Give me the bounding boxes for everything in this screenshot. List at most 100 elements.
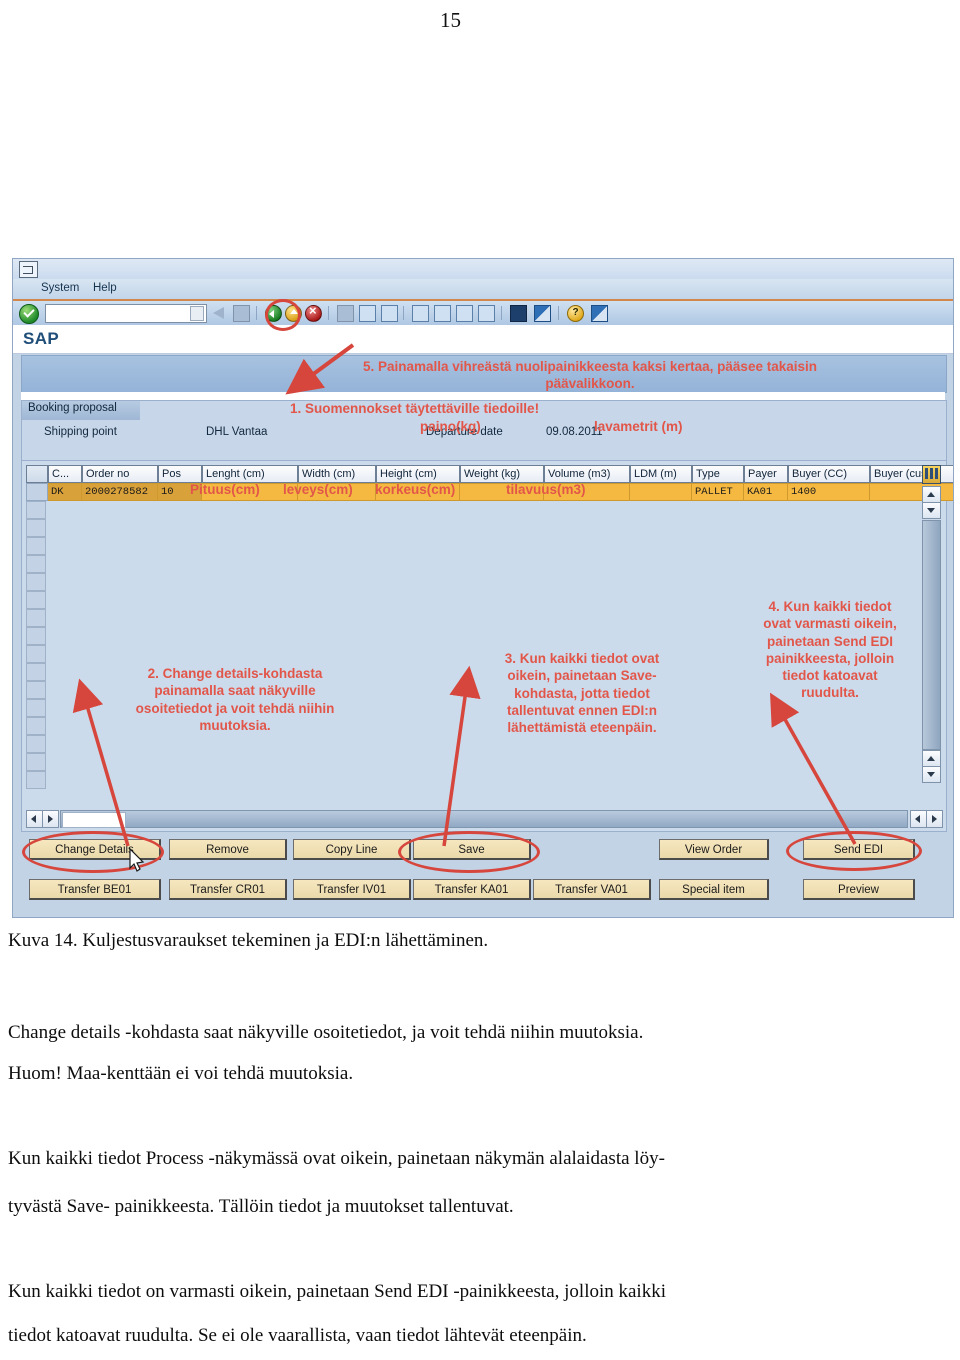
cell-ldm[interactable] (630, 483, 692, 501)
next-page-icon[interactable] (456, 305, 473, 322)
row-selector-empty[interactable] (26, 609, 46, 627)
back-arrow-icon[interactable] (213, 307, 224, 319)
annotation-note-3: 3. Kun kaikki tiedot ovat oikein, painet… (504, 651, 660, 736)
body-paragraph-4: tyvästä Save- painikkeesta. Tällöin tied… (8, 1196, 514, 1217)
annotation-ldm-fi: lavametrit (m) (594, 419, 683, 434)
row-selector-empty[interactable] (26, 753, 46, 771)
grid-header-type[interactable]: Type (692, 465, 744, 483)
grid-header-payer[interactable]: Payer (744, 465, 788, 483)
grid-vertical-scrollbar-thumb[interactable] (922, 520, 941, 750)
find-next-icon[interactable] (381, 305, 398, 322)
row-selector-empty[interactable] (26, 663, 46, 681)
row-selector-cell[interactable] (26, 483, 48, 501)
row-selector-empty[interactable] (26, 555, 46, 573)
cell-type[interactable]: PALLET (692, 483, 744, 501)
menu-bar: System Help (13, 279, 953, 301)
row-selector-empty[interactable] (26, 735, 46, 753)
create-session-icon[interactable] (510, 305, 527, 322)
cell-payer[interactable]: KA01 (744, 483, 788, 501)
transfer-va01-button[interactable]: Transfer VA01 (533, 879, 651, 900)
row-selector-empty[interactable] (26, 717, 46, 735)
shortcut-icon[interactable] (534, 305, 551, 322)
row-selector-empty[interactable] (26, 771, 46, 789)
row-selector-empty[interactable] (26, 645, 46, 663)
body-paragraph-2: Huom! Maa-kenttään ei voi tehdä muutoksi… (8, 1063, 354, 1084)
row-selector-empty[interactable] (26, 591, 46, 609)
grid-header-buyer-cust[interactable]: Buyer (cust) (870, 465, 953, 483)
body-paragraph-5: Kun kaikki tiedot on varmasti oikein, pa… (8, 1281, 666, 1302)
copy-line-button[interactable]: Copy Line (293, 839, 411, 860)
row-selector-empty[interactable] (26, 501, 46, 519)
sap-screenshot: System Help ? SAP Booking propo (12, 258, 954, 918)
grid-scroll-down-button[interactable] (922, 502, 941, 519)
grid-header-selector[interactable] (26, 465, 48, 483)
row-selector-empty[interactable] (26, 699, 46, 717)
body-paragraph-3: Kun kaikki tiedot Process -näkymässä ova… (8, 1148, 665, 1169)
annotation-length-fi: Pituus(cm) (190, 482, 260, 497)
grid-header-ldm[interactable]: LDM (m) (630, 465, 692, 483)
highlight-ellipse-change-details (22, 831, 164, 873)
highlight-ellipse-send-edi (786, 831, 922, 871)
grid-header-country[interactable]: C... (48, 465, 82, 483)
grid-scroll-page-down-button[interactable] (922, 766, 941, 783)
previous-page-icon[interactable] (434, 305, 451, 322)
hscroll-track[interactable] (60, 810, 908, 828)
hscroll-right-button[interactable] (42, 810, 59, 828)
view-order-button[interactable]: View Order (659, 839, 769, 860)
menu-item-system[interactable]: System (41, 282, 79, 294)
application-titlebar: SAP (13, 325, 953, 354)
window-titlebar (13, 259, 953, 281)
annotation-note-2: 2. Change details-kohdasta painamalla sa… (135, 666, 335, 733)
cell-country[interactable]: DK (48, 483, 82, 501)
grid-header-order-no[interactable]: Order no (82, 465, 158, 483)
transfer-iv01-button[interactable]: Transfer IV01 (293, 879, 411, 900)
annotation-note-1: 1. Suomennokset täytettäville tiedoille! (290, 401, 540, 416)
red-cancel-icon[interactable] (305, 303, 322, 322)
system-menu-icon[interactable] (19, 261, 38, 278)
cell-buyer-cc[interactable]: 1400 (788, 483, 870, 501)
hscroll-left-button[interactable] (26, 810, 43, 828)
row-selector-empty[interactable] (26, 681, 46, 699)
grid-header-buyer-cc[interactable]: Buyer (CC) (788, 465, 870, 483)
shipping-point-value[interactable]: DHL Vantaa (206, 426, 267, 438)
help-icon[interactable]: ? (567, 305, 584, 322)
remove-button[interactable]: Remove (169, 839, 287, 860)
row-selector-empty[interactable] (26, 537, 46, 555)
cell-order-no[interactable]: 2000278582 (82, 483, 158, 501)
annotation-width-fi: leveys(cm) (283, 482, 353, 497)
body-paragraph-6: tiedot katoavat ruudulta. Se ei ole vaar… (8, 1325, 587, 1346)
annotation-note-5: 5. Painamalla vihreästä nuolipainikkeest… (362, 359, 817, 392)
preview-button[interactable]: Preview (803, 879, 915, 900)
command-field-dropdown-icon[interactable] (190, 306, 204, 321)
save-disk-icon[interactable] (233, 305, 250, 322)
print-icon[interactable] (337, 305, 354, 322)
special-item-button[interactable]: Special item (659, 879, 769, 900)
find-icon[interactable] (359, 305, 376, 322)
hscroll-thumb[interactable] (62, 812, 126, 828)
group-tab-label: Booking proposal (22, 401, 140, 420)
row-selector-empty[interactable] (26, 573, 46, 591)
toolbar: ? (13, 301, 953, 326)
enter-check-icon[interactable] (19, 304, 39, 324)
customize-layout-icon[interactable] (591, 305, 608, 322)
menu-item-help[interactable]: Help (93, 282, 117, 294)
row-selector-empty[interactable] (26, 627, 46, 645)
grid-layout-button[interactable] (922, 465, 941, 484)
hscroll-right-button-2[interactable] (926, 810, 943, 828)
command-field[interactable] (45, 304, 207, 323)
row-selector-empty[interactable] (26, 519, 46, 537)
hscroll-left-button-2[interactable] (910, 810, 927, 828)
grid-scroll-page-up-button[interactable] (922, 750, 941, 767)
figure-caption: Kuva 14. Kuljestusvaraukset tekeminen ja… (8, 930, 489, 951)
annotation-note-4: 4. Kun kaikki tiedot ovat varmasti oikei… (763, 599, 897, 701)
first-page-icon[interactable] (412, 305, 429, 322)
transfer-be01-button[interactable]: Transfer BE01 (29, 879, 161, 900)
last-page-icon[interactable] (478, 305, 495, 322)
app-title: SAP (23, 329, 60, 348)
annotation-height-fi: korkeus(cm) (375, 482, 456, 497)
transfer-ka01-button[interactable]: Transfer KA01 (413, 879, 531, 900)
grid-horizontal-scrollbar[interactable] (26, 810, 943, 828)
transfer-cr01-button[interactable]: Transfer CR01 (169, 879, 287, 900)
cell-buyer-cust[interactable] (870, 483, 953, 501)
grid-scroll-up-button[interactable] (922, 486, 941, 503)
